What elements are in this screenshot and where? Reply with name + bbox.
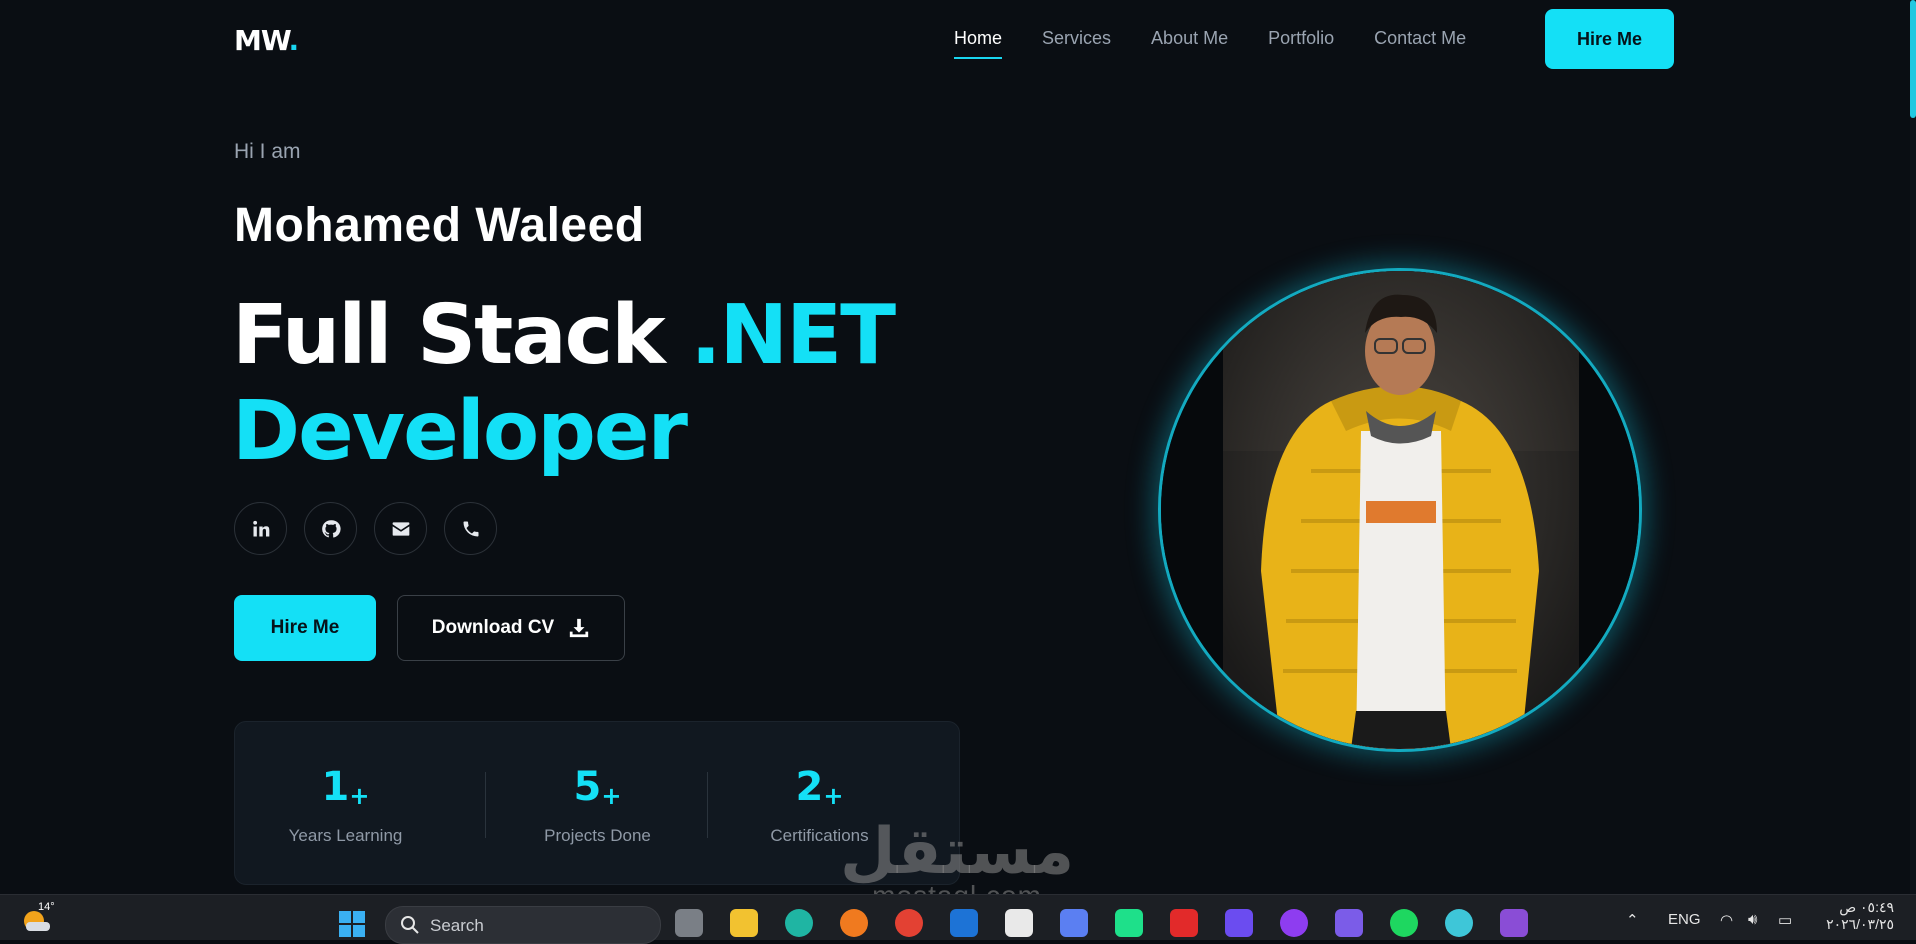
logo-text: MW bbox=[234, 24, 289, 57]
tor-browser-icon[interactable] bbox=[1280, 909, 1308, 937]
github-link[interactable] bbox=[304, 502, 357, 555]
portfolio-page: MW. Home Services About Me Portfolio Con… bbox=[0, 0, 1910, 894]
nav-hire-me-button[interactable]: Hire Me bbox=[1545, 9, 1674, 69]
language-indicator[interactable]: ENG bbox=[1668, 911, 1701, 928]
nav-portfolio[interactable]: Portfolio bbox=[1268, 28, 1334, 59]
social-links bbox=[234, 502, 497, 555]
hero-greeting: Hi I am bbox=[234, 140, 301, 163]
phone-link[interactable] bbox=[444, 502, 497, 555]
profile-illustration bbox=[1161, 271, 1639, 749]
scrollbar-thumb[interactable] bbox=[1910, 0, 1916, 118]
edge-icon[interactable] bbox=[785, 909, 813, 937]
spotify-icon[interactable] bbox=[1390, 909, 1418, 937]
stat-divider bbox=[485, 772, 486, 838]
github-icon bbox=[321, 519, 341, 538]
hero-hire-me-button[interactable]: Hire Me bbox=[234, 595, 376, 661]
linkedin-icon bbox=[252, 520, 269, 536]
title-developer: Developer bbox=[232, 384, 688, 479]
firefox-icon[interactable] bbox=[840, 909, 868, 937]
title-dotnet: .NET bbox=[690, 288, 896, 383]
clock-time: ٠٥:٤٩ ص bbox=[1839, 899, 1894, 915]
obsidian-icon[interactable] bbox=[1335, 909, 1363, 937]
linkedin-link[interactable] bbox=[234, 502, 287, 555]
nav-home[interactable]: Home bbox=[954, 28, 1003, 59]
file-explorer-icon[interactable] bbox=[730, 909, 758, 937]
battery-icon[interactable]: ▭ bbox=[1778, 911, 1792, 929]
stat-years-learning: 1+ Years Learning bbox=[235, 722, 456, 884]
stat-label: Projects Done bbox=[544, 826, 651, 845]
stat-projects-done: 5+ Projects Done bbox=[487, 722, 708, 884]
search-icon bbox=[401, 916, 419, 934]
stat-value: 5 bbox=[573, 764, 602, 810]
volume-icon[interactable]: 🔊︎ bbox=[1748, 911, 1757, 928]
weather-temperature: 14° bbox=[38, 901, 55, 913]
copilot-icon[interactable] bbox=[1060, 909, 1088, 937]
taskbar-search[interactable]: Search bbox=[385, 906, 661, 944]
stat-label: Years Learning bbox=[288, 826, 403, 845]
mostaql-watermark: مستقل mostaql.com bbox=[840, 820, 1074, 894]
stat-suffix: + bbox=[601, 782, 622, 810]
wifi-icon[interactable]: ◠ bbox=[1720, 911, 1733, 929]
chevron-up-icon[interactable]: ⌃ bbox=[1626, 911, 1639, 929]
power-app-icon[interactable] bbox=[1225, 909, 1253, 937]
windows-start-icon[interactable] bbox=[338, 910, 366, 938]
stat-divider bbox=[707, 772, 708, 838]
clock-date: ٢٠٢٦/٠٣/٢٥ bbox=[1826, 916, 1894, 932]
search-placeholder: Search bbox=[430, 916, 484, 935]
site-logo[interactable]: MW. bbox=[234, 24, 299, 57]
email-icon bbox=[392, 521, 409, 536]
download-cv-button[interactable]: Download CV bbox=[397, 595, 625, 661]
stat-value: 1 bbox=[321, 764, 350, 810]
stat-value: 2 bbox=[795, 764, 824, 810]
stat-suffix: + bbox=[349, 782, 370, 810]
watermark-latin: mostaql.com bbox=[840, 880, 1074, 894]
visual-studio-icon[interactable] bbox=[1500, 909, 1528, 937]
screen-recorder-icon[interactable] bbox=[1170, 909, 1198, 937]
phone-icon bbox=[463, 521, 478, 536]
pycharm-icon[interactable] bbox=[1115, 909, 1143, 937]
title-white: Full Stack bbox=[232, 288, 691, 383]
hero-title: Full Stack .NET Developer bbox=[232, 288, 896, 480]
nav-services[interactable]: Services bbox=[1042, 28, 1111, 59]
stat-suffix: + bbox=[823, 782, 844, 810]
outlook-icon[interactable] bbox=[950, 909, 978, 937]
microsoft-store-icon[interactable] bbox=[1005, 909, 1033, 937]
task-view-icon[interactable] bbox=[675, 909, 703, 937]
main-nav: Home Services About Me Portfolio Contact… bbox=[954, 28, 1466, 59]
nav-about-me[interactable]: About Me bbox=[1151, 28, 1228, 59]
logo-dot: . bbox=[288, 24, 299, 57]
download-icon bbox=[570, 618, 589, 638]
system-clock[interactable]: ٠٥:٤٩ ص ٢٠٢٦/٠٣/٢٥ bbox=[1826, 899, 1894, 933]
profile-photo bbox=[1158, 268, 1642, 752]
chrome-icon[interactable] bbox=[895, 909, 923, 937]
watermark-arabic: مستقل bbox=[840, 815, 1075, 889]
download-cv-label: Download CV bbox=[431, 617, 555, 638]
windows-taskbar: 14° Search ⌃ ENG ◠ 🔊︎ ▭ ٠٥:٤٩ ص ٢٠٢٦/٠٣/… bbox=[0, 894, 1916, 944]
weather-widget[interactable]: 14° bbox=[20, 901, 55, 938]
page-scrollbar[interactable] bbox=[1910, 0, 1916, 894]
nav-contact-me[interactable]: Contact Me bbox=[1374, 28, 1466, 59]
remote-desktop-icon[interactable] bbox=[1445, 909, 1473, 937]
hero-name: Mohamed Waleed bbox=[234, 199, 645, 252]
email-link[interactable] bbox=[374, 502, 427, 555]
